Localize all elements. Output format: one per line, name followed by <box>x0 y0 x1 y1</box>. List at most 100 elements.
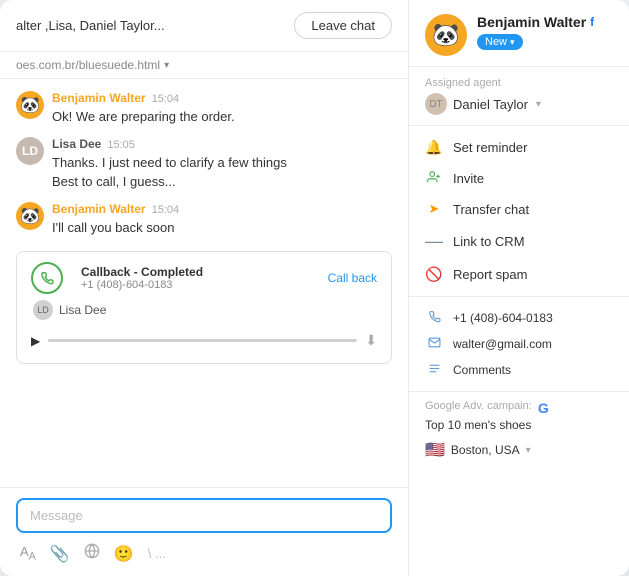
leave-chat-button[interactable]: Leave chat <box>294 12 392 39</box>
action-report-spam[interactable]: 🚫 Report spam <box>409 259 629 290</box>
campaign-label: Google Adv. campain: <box>425 400 532 412</box>
transfer-icon: ➤ <box>425 201 443 217</box>
badge-chevron-icon: ▾ <box>510 37 515 48</box>
chat-panel: alter ,Lisa, Daniel Taylor... Leave chat… <box>0 0 409 576</box>
msg-text: I'll call you back soon <box>52 218 392 238</box>
phone-icon <box>425 310 443 326</box>
message-row: 🐼 Benjamin Walter 15:04 Ok! We are prepa… <box>16 91 392 127</box>
avatar: 🐼 <box>16 91 44 119</box>
detail-email: walter@gmail.com <box>425 331 613 357</box>
link-icon: — <box>425 231 443 252</box>
msg-time: 15:04 <box>152 93 180 105</box>
text-format-icon[interactable]: AA <box>20 544 36 563</box>
toolbar-row: AA 📎 🙂 \ ... <box>16 541 392 566</box>
contact-fb-icon: f <box>590 15 594 29</box>
agent-name: Daniel Taylor <box>453 97 528 112</box>
callback-top: Callback - Completed +1 (408)-604-0183 C… <box>31 262 377 294</box>
msg-header: Benjamin Walter 15:04 <box>52 91 392 105</box>
callback-title: Callback - Completed <box>81 265 203 279</box>
contact-header: 🐼 Benjamin Walter f New ▾ <box>409 0 629 67</box>
message-input-wrap <box>16 498 392 533</box>
action-label: Invite <box>453 171 484 186</box>
location-chevron-icon: ▾ <box>526 445 531 456</box>
message-input[interactable] <box>30 508 378 523</box>
globe-icon[interactable] <box>84 543 100 564</box>
message-row: LD Lisa Dee 15:05 Thanks. I just need to… <box>16 137 392 192</box>
url-text: oes.com.br/bluesuede.html <box>16 58 160 72</box>
action-transfer-chat[interactable]: ➤ Transfer chat <box>409 194 629 224</box>
spam-icon: 🚫 <box>425 266 443 283</box>
msg-content: Benjamin Walter 15:04 Ok! We are prepari… <box>52 91 392 127</box>
callback-text-info: Callback - Completed +1 (408)-604-0183 <box>81 265 203 291</box>
action-set-reminder[interactable]: 🔔 Set reminder <box>409 132 629 163</box>
callback-phone: +1 (408)-604-0183 <box>81 279 203 291</box>
messages-area: 🐼 Benjamin Walter 15:04 Ok! We are prepa… <box>0 79 408 487</box>
msg-time: 15:05 <box>107 139 135 151</box>
detail-comments: Comments <box>425 357 613 383</box>
email-icon <box>425 336 443 352</box>
callback-user-name: Lisa Dee <box>59 303 106 317</box>
msg-text: Thanks. I just need to clarify a few thi… <box>52 153 392 192</box>
action-link-crm[interactable]: — Link to CRM <box>409 224 629 259</box>
assigned-label: Assigned agent <box>425 77 613 89</box>
callback-user-avatar: LD <box>33 300 53 320</box>
google-icon: G <box>538 400 549 416</box>
contact-avatar: 🐼 <box>425 14 467 56</box>
contact-details-section: +1 (408)-604-0183 walter@gmail.com Co <box>409 297 629 392</box>
contact-name: Benjamin Walter f <box>477 14 613 30</box>
audio-progress-bar[interactable] <box>48 339 357 342</box>
action-label: Transfer chat <box>453 202 529 217</box>
comments-text: Comments <box>453 363 511 377</box>
location-text: Boston, USA <box>451 443 520 457</box>
callback-user-row: LD Lisa Dee <box>31 300 377 320</box>
msg-content: Benjamin Walter 15:04 I'll call you back… <box>52 202 392 238</box>
comments-icon <box>425 362 443 378</box>
action-invite[interactable]: Invite <box>409 163 629 194</box>
agent-chevron-icon: ▾ <box>536 99 541 110</box>
msg-header: Benjamin Walter 15:04 <box>52 202 392 216</box>
msg-author: Benjamin Walter <box>52 202 146 216</box>
callback-phone-icon <box>31 262 63 294</box>
action-label: Set reminder <box>453 140 527 155</box>
agent-row: DT Daniel Taylor ▾ <box>425 93 613 115</box>
emoji-icon[interactable]: 🙂 <box>114 544 134 564</box>
msg-time: 15:04 <box>152 204 180 216</box>
url-chevron-icon: ▾ <box>164 60 169 71</box>
new-badge[interactable]: New ▾ <box>477 34 523 50</box>
detail-phone: +1 (408)-604-0183 <box>425 305 613 331</box>
url-bar: oes.com.br/bluesuede.html ▾ <box>0 52 408 79</box>
bell-icon: 🔔 <box>425 139 443 156</box>
invite-icon <box>425 170 443 187</box>
phone-text: +1 (408)-604-0183 <box>453 311 553 325</box>
msg-author: Benjamin Walter <box>52 91 146 105</box>
msg-text: Ok! We are preparing the order. <box>52 107 392 127</box>
campaign-text: Top 10 men's shoes <box>425 416 613 434</box>
agent-avatar: DT <box>425 93 447 115</box>
avatar: LD <box>16 137 44 165</box>
flag-icon: 🇺🇸 <box>425 440 445 460</box>
callback-card: Callback - Completed +1 (408)-604-0183 C… <box>16 251 392 364</box>
more-options-icon[interactable]: \ ... <box>148 546 166 561</box>
badge-label: New <box>485 36 507 48</box>
contact-name-wrap: Benjamin Walter f New ▾ <box>477 14 613 50</box>
msg-header: Lisa Dee 15:05 <box>52 137 392 151</box>
assigned-agent-section: Assigned agent DT Daniel Taylor ▾ <box>409 67 629 126</box>
location-row: 🇺🇸 Boston, USA ▾ <box>425 434 613 466</box>
audio-bar: ▶ ⬇ <box>31 328 377 353</box>
callback-info-row: Callback - Completed +1 (408)-604-0183 <box>31 262 203 294</box>
actions-section: 🔔 Set reminder Invite ➤ Transfer chat <box>409 126 629 297</box>
email-text: walter@gmail.com <box>453 337 552 351</box>
chat-header: alter ,Lisa, Daniel Taylor... Leave chat <box>0 0 408 52</box>
chat-title: alter ,Lisa, Daniel Taylor... <box>16 18 286 33</box>
info-panel: 🐼 Benjamin Walter f New ▾ Assigned agent… <box>409 0 629 576</box>
action-label: Report spam <box>453 267 527 282</box>
download-icon[interactable]: ⬇ <box>365 332 377 349</box>
campaign-section: Google Adv. campain: G Top 10 men's shoe… <box>409 392 629 474</box>
attachment-icon[interactable]: 📎 <box>50 544 70 564</box>
message-row: 🐼 Benjamin Walter 15:04 I'll call you ba… <box>16 202 392 238</box>
play-button[interactable]: ▶ <box>31 334 40 348</box>
input-area: AA 📎 🙂 \ ... <box>0 487 408 576</box>
contact-name-text: Benjamin Walter <box>477 14 586 30</box>
call-back-link[interactable]: Call back <box>328 271 377 285</box>
action-label: Link to CRM <box>453 234 525 249</box>
